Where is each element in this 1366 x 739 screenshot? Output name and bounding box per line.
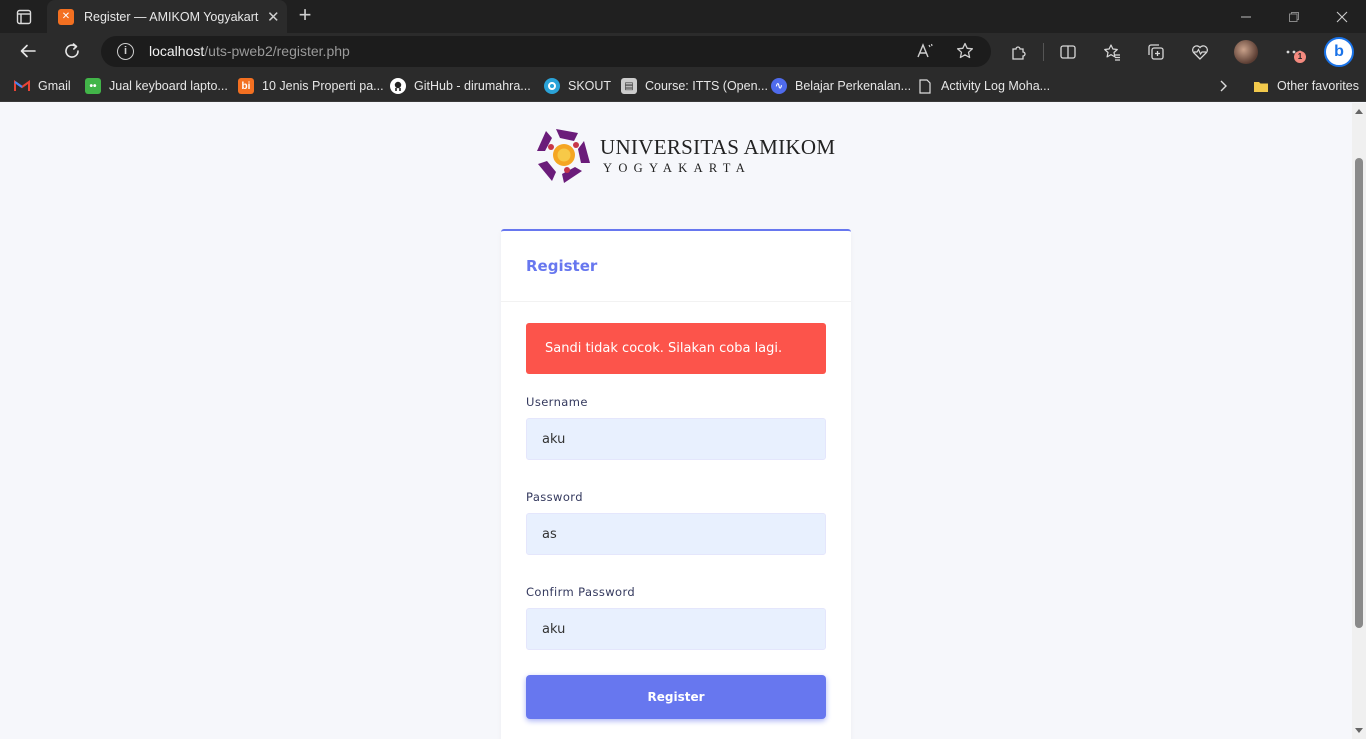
tab-actions-icon[interactable]	[10, 6, 38, 28]
tokopedia-icon: ••	[85, 78, 101, 94]
logo-subtitle: YOGYAKARTA	[603, 161, 752, 175]
amikom-logo: UNIVERSITAS AMIKOM YOGYAKARTA	[535, 125, 835, 185]
bookmark-label: Course: ITTS (Open...	[645, 79, 768, 93]
card-title: Register	[526, 257, 598, 275]
toolbar-divider	[1043, 43, 1044, 61]
bookmark-label: Belajar Perkenalan...	[795, 79, 912, 93]
back-arrow-icon[interactable]	[13, 37, 43, 65]
browser-essentials-icon[interactable]	[1189, 41, 1211, 63]
card-header: Register	[501, 231, 851, 302]
bookmark-label: 10 Jenis Properti pa...	[262, 79, 384, 93]
bookmarks-overflow-icon[interactable]	[1218, 76, 1228, 96]
bookmark-label: Jual keyboard lapto...	[109, 79, 228, 93]
gmail-icon	[14, 78, 30, 94]
skout-icon	[544, 78, 560, 94]
amikom-emblem-icon	[537, 129, 590, 183]
other-favorites[interactable]: Other favorites	[1253, 76, 1359, 96]
scroll-down-icon[interactable]	[1355, 728, 1363, 733]
notification-badge: 1	[1294, 51, 1306, 63]
bookmark-activity-log[interactable]: Activity Log Moha...	[917, 76, 1050, 96]
page-viewport: UNIVERSITAS AMIKOM YOGYAKARTA Register S…	[0, 103, 1352, 739]
username-label: Username	[526, 395, 588, 409]
bookmark-label: Gmail	[38, 79, 71, 93]
page-scrollbar[interactable]	[1352, 103, 1366, 739]
tab-close-icon[interactable]: ✕	[267, 8, 280, 26]
bookmark-course[interactable]: ▤ Course: ITTS (Open...	[621, 76, 768, 96]
minimize-icon[interactable]	[1222, 0, 1270, 33]
confirm-password-label: Confirm Password	[526, 585, 636, 599]
password-label: Password	[526, 490, 583, 504]
register-button[interactable]: Register	[526, 675, 826, 719]
browser-toolbar: i localhost/uts-pweb2/register.php	[0, 33, 1366, 70]
bookmarks-bar: Gmail •• Jual keyboard lapto... bi 10 Je…	[0, 70, 1366, 102]
bookmark-skout[interactable]: SKOUT	[544, 76, 611, 96]
close-window-icon[interactable]	[1318, 0, 1366, 33]
xampp-favicon-icon: ✕	[58, 8, 74, 25]
password-input[interactable]	[526, 513, 826, 555]
new-tab-button[interactable]: +	[293, 4, 317, 28]
bi-icon: bi	[238, 78, 254, 94]
course-icon: ▤	[621, 78, 637, 94]
profile-avatar[interactable]	[1234, 40, 1258, 64]
scroll-thumb[interactable]	[1355, 158, 1363, 628]
other-favorites-label: Other favorites	[1277, 79, 1359, 93]
logo-title: UNIVERSITAS AMIKOM	[600, 135, 836, 159]
folder-icon	[1253, 78, 1269, 94]
address-bar[interactable]: i localhost/uts-pweb2/register.php	[101, 36, 991, 67]
tab-title: Register — AMIKOM Yogyakarta	[84, 9, 259, 24]
collections-icon[interactable]	[1145, 41, 1167, 63]
split-screen-icon[interactable]	[1057, 41, 1079, 63]
extensions-icon[interactable]	[1008, 41, 1030, 63]
tab-register[interactable]: ✕ Register — AMIKOM Yogyakarta ✕	[47, 0, 287, 33]
url-text[interactable]: localhost/uts-pweb2/register.php	[149, 43, 350, 59]
bookmark-gmail[interactable]: Gmail	[14, 76, 71, 96]
document-icon	[917, 78, 933, 94]
scroll-up-icon[interactable]	[1355, 109, 1363, 114]
bookmark-belajar[interactable]: ∿ Belajar Perkenalan...	[771, 76, 911, 96]
site-info-icon[interactable]: i	[117, 43, 134, 60]
bookmark-properti[interactable]: bi 10 Jenis Properti pa...	[238, 76, 384, 96]
bookmark-label: GitHub - dirumahra...	[414, 79, 531, 93]
bookmark-github[interactable]: GitHub - dirumahra...	[390, 76, 531, 96]
bookmark-label: SKOUT	[568, 79, 612, 93]
confirm-password-input[interactable]	[526, 608, 826, 650]
favorites-icon[interactable]	[1101, 41, 1123, 63]
favorite-star-icon[interactable]	[956, 42, 974, 65]
restore-icon[interactable]	[1270, 0, 1318, 33]
browser-titlebar: ✕ Register — AMIKOM Yogyakarta ✕ +	[0, 0, 1366, 33]
github-icon	[390, 78, 406, 94]
read-aloud-icon[interactable]	[916, 42, 934, 65]
bookmark-label: Activity Log Moha...	[941, 79, 1051, 93]
meta-icon: ∿	[771, 78, 787, 94]
error-alert: Sandi tidak cocok. Silakan coba lagi.	[526, 323, 826, 374]
copilot-icon[interactable]: b	[1324, 37, 1354, 67]
register-card: Register Sandi tidak cocok. Silakan coba…	[501, 229, 851, 739]
bookmark-keyboard[interactable]: •• Jual keyboard lapto...	[85, 76, 228, 96]
username-input[interactable]	[526, 418, 826, 460]
reload-icon[interactable]	[57, 37, 87, 65]
